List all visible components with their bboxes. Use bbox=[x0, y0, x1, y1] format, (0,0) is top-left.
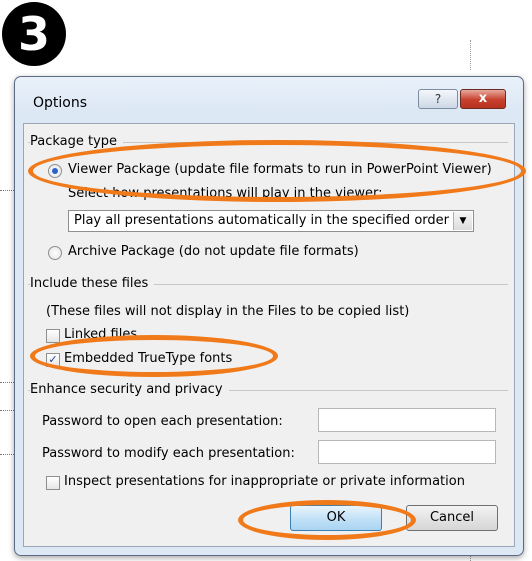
step-number-badge: 3 bbox=[2, 2, 66, 66]
viewer-package-label[interactable]: Viewer Package (update file formats to r… bbox=[68, 162, 492, 177]
dialog-title: Options bbox=[33, 95, 88, 111]
dropdown-arrow-icon[interactable]: ▼ bbox=[453, 212, 472, 230]
archive-package-label[interactable]: Archive Package (do not update file form… bbox=[68, 244, 359, 259]
help-button[interactable]: ? bbox=[418, 89, 458, 109]
linked-files-label[interactable]: Linked files bbox=[64, 327, 137, 342]
open-password-label: Password to open each presentation: bbox=[42, 414, 283, 429]
include-files-heading: Include these files bbox=[30, 276, 155, 291]
guide-dotted-line bbox=[0, 410, 14, 411]
viewer-package-radio[interactable] bbox=[48, 164, 62, 178]
play-mode-prompt: Select how presentations will play in th… bbox=[68, 186, 383, 201]
package-type-heading: Package type bbox=[30, 134, 124, 149]
question-mark-icon: ? bbox=[434, 92, 442, 106]
guide-dotted-line bbox=[0, 382, 14, 383]
guide-dotted-line bbox=[0, 454, 14, 455]
archive-package-radio[interactable] bbox=[48, 246, 62, 260]
modify-password-label: Password to modify each presentation: bbox=[42, 446, 295, 461]
embedded-fonts-label[interactable]: Embedded TrueType fonts bbox=[64, 351, 232, 366]
close-icon: x bbox=[478, 91, 488, 106]
cancel-button[interactable]: Cancel bbox=[406, 505, 498, 531]
dialog-client-area: Package type Viewer Package (update file… bbox=[23, 123, 515, 547]
include-files-note: (These files will not display in the Fil… bbox=[46, 304, 410, 319]
security-heading: Enhance security and privacy bbox=[30, 382, 229, 397]
guide-dotted-line bbox=[470, 40, 471, 70]
inspect-checkbox[interactable] bbox=[46, 476, 60, 490]
modify-password-input[interactable] bbox=[318, 440, 496, 464]
play-mode-select[interactable]: Play all presentations automatically in … bbox=[68, 210, 474, 232]
embedded-fonts-checkbox[interactable]: ✓ bbox=[46, 353, 60, 367]
inspect-label[interactable]: Inspect presentations for inappropriate … bbox=[64, 474, 465, 489]
open-password-input[interactable] bbox=[318, 408, 496, 432]
dialog-titlebar[interactable]: Options ? x bbox=[15, 77, 523, 123]
ok-button[interactable]: OK bbox=[290, 505, 382, 531]
options-dialog: Options ? x Package type Viewer Package … bbox=[14, 76, 524, 556]
linked-files-checkbox[interactable] bbox=[46, 329, 60, 343]
play-mode-selected-value: Play all presentations automatically in … bbox=[74, 213, 449, 228]
guide-dotted-line bbox=[0, 190, 14, 191]
close-button[interactable]: x bbox=[460, 89, 506, 109]
